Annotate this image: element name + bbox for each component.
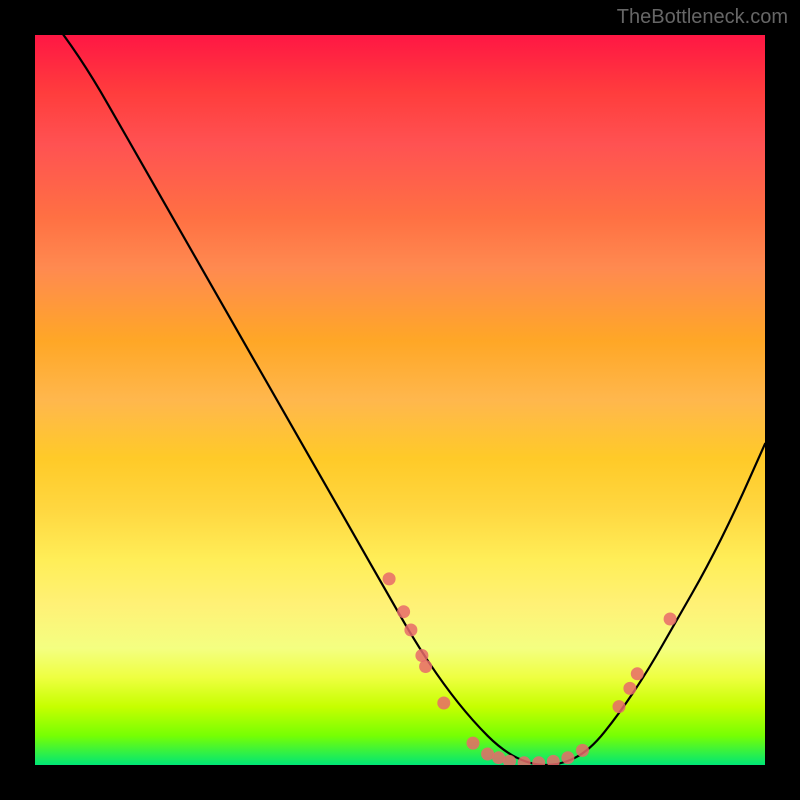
- data-marker: [532, 756, 545, 765]
- curve-line: [35, 35, 765, 765]
- bottleneck-chart: [35, 35, 765, 765]
- data-marker: [383, 572, 396, 585]
- data-marker: [613, 700, 626, 713]
- data-marker: [397, 605, 410, 618]
- data-marker: [547, 755, 560, 765]
- data-markers: [383, 572, 677, 765]
- data-marker: [631, 667, 644, 680]
- data-marker: [576, 744, 589, 757]
- data-marker: [623, 682, 636, 695]
- data-marker: [415, 649, 428, 662]
- data-marker: [419, 660, 432, 673]
- data-marker: [664, 613, 677, 626]
- data-marker: [467, 737, 480, 750]
- data-marker: [437, 697, 450, 710]
- data-marker: [518, 756, 531, 765]
- attribution-text: TheBottleneck.com: [617, 6, 788, 29]
- data-marker: [404, 624, 417, 637]
- data-marker: [561, 751, 574, 764]
- data-marker: [481, 748, 494, 761]
